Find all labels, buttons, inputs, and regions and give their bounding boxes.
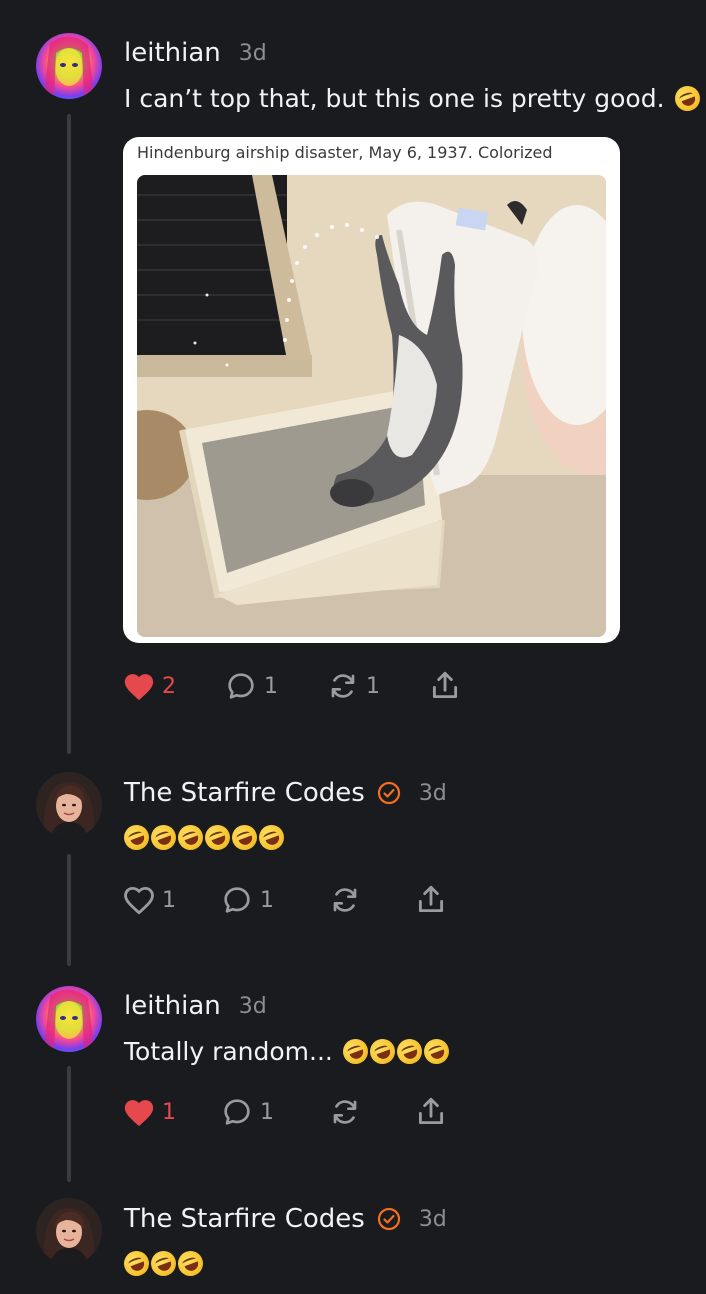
avatar[interactable] (36, 33, 102, 99)
share-button[interactable] (414, 883, 448, 917)
rofl-emoji (255, 820, 288, 854)
post-header: The Starfire Codes 3d (124, 774, 447, 812)
comment-button[interactable]: 1 (220, 1096, 328, 1128)
rofl-emoji (147, 820, 180, 854)
username[interactable]: leithian (124, 991, 221, 1021)
rofl-emoji (393, 1034, 426, 1068)
post-text (120, 820, 288, 854)
rofl-emoji (366, 1034, 399, 1068)
restack-button[interactable] (328, 1096, 414, 1128)
verified-icon (377, 781, 400, 805)
comment-count: 1 (264, 673, 278, 699)
avatar[interactable] (36, 772, 102, 838)
rofl-emoji (120, 820, 153, 854)
post-header: leithian 3d (124, 35, 267, 71)
verified-icon (377, 1207, 400, 1231)
share-icon (418, 1097, 444, 1125)
timestamp[interactable]: 3d (419, 1207, 447, 1232)
rofl-emoji (228, 820, 261, 854)
like-button[interactable]: 1 (122, 884, 220, 916)
like-button[interactable]: 2 (122, 670, 224, 702)
post-text: I can’t top that, but this one is pretty… (124, 80, 704, 116)
restack-count: 1 (366, 673, 380, 699)
rofl-emoji (420, 1034, 453, 1068)
heart-icon (124, 1100, 154, 1127)
quote-caption: Hindenburg airship disaster, May 6, 1937… (137, 143, 553, 162)
share-button[interactable] (428, 669, 462, 703)
username[interactable]: The Starfire Codes (124, 1204, 365, 1234)
thread-line (67, 114, 71, 754)
like-count: 2 (162, 673, 176, 699)
comment-button[interactable]: 1 (224, 670, 326, 702)
restack-icon (333, 1100, 357, 1124)
post-header: leithian 3d (124, 988, 267, 1024)
comment-button[interactable]: 1 (220, 884, 328, 916)
rofl-emoji (147, 1246, 180, 1280)
timestamp[interactable]: 3d (239, 994, 267, 1019)
comment-count: 1 (260, 887, 274, 913)
avatar[interactable] (36, 986, 102, 1052)
post-text (120, 1246, 207, 1280)
share-icon (432, 671, 458, 699)
restack-button[interactable]: 1 (326, 670, 428, 702)
avatar[interactable] (36, 1198, 102, 1264)
username[interactable]: leithian (124, 38, 221, 68)
rofl-emoji (339, 1034, 372, 1068)
restack-icon (333, 888, 357, 912)
thread-line (67, 1066, 71, 1182)
timestamp[interactable]: 3d (419, 781, 447, 806)
post-text-content: Totally random... (124, 1036, 333, 1066)
thread-line (67, 854, 71, 966)
rofl-emoji (201, 820, 234, 854)
rofl-emoji (120, 1246, 153, 1280)
comment-icon (224, 1099, 250, 1125)
like-count: 1 (162, 1099, 176, 1125)
rofl-emoji (174, 1246, 207, 1280)
quoted-image[interactable] (137, 175, 606, 637)
comment-count: 1 (260, 1099, 274, 1125)
post-actions: 1 1 (122, 1094, 448, 1130)
comment-icon (224, 887, 250, 913)
comment-icon (228, 673, 254, 699)
restack-button[interactable] (328, 884, 414, 916)
post-actions: 2 1 1 (122, 668, 462, 704)
post-actions: 1 1 (122, 882, 448, 918)
heart-icon (124, 674, 154, 701)
restack-icon (331, 674, 355, 698)
like-count: 1 (162, 887, 176, 913)
post-header: The Starfire Codes 3d (124, 1200, 447, 1238)
like-button[interactable]: 1 (122, 1096, 220, 1128)
post-text: Totally random... (124, 1033, 453, 1069)
quoted-image-card[interactable]: Hindenburg airship disaster, May 6, 1937… (123, 137, 620, 643)
timestamp[interactable]: 3d (239, 41, 267, 66)
rofl-emoji (670, 81, 704, 115)
share-icon (418, 885, 444, 913)
post-text-content: I can’t top that, but this one is pretty… (124, 83, 665, 113)
heart-icon (124, 886, 154, 915)
username[interactable]: The Starfire Codes (124, 778, 365, 808)
rofl-emoji (174, 820, 207, 854)
share-button[interactable] (414, 1095, 448, 1129)
